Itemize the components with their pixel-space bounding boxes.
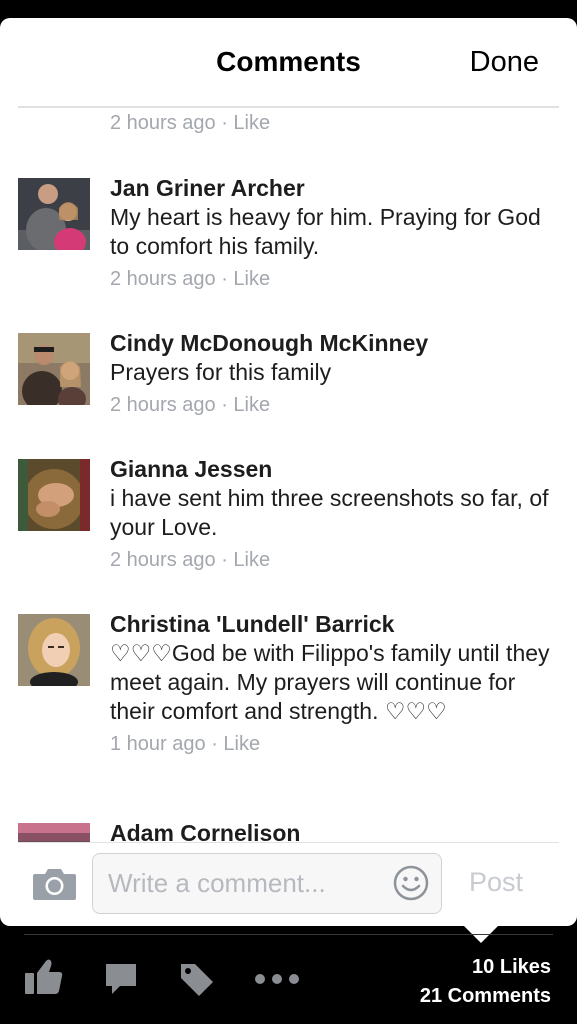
separator: · (215, 394, 234, 416)
comments-sheet: Comments Done 2 hours ago · Like Jan Gri… (0, 18, 577, 926)
comment-text: Prayers for this family (110, 359, 332, 385)
comment-body: Cindy McDonough McKinney Prayers for thi… (110, 329, 559, 420)
comment-text: My heart is heavy for him. Praying for G… (110, 204, 541, 259)
commenter-name[interactable]: Adam Cornelison (110, 819, 559, 842)
separator: · (215, 268, 234, 290)
done-button[interactable]: Done (470, 46, 539, 79)
comment-meta: 2 hours ago · Like (110, 108, 559, 138)
comment-time: 2 hours ago (110, 268, 216, 290)
camera-icon[interactable] (32, 867, 77, 901)
like-link[interactable]: Like (233, 268, 270, 290)
separator: · (205, 733, 224, 755)
reaction-stats[interactable]: 10 Likes 21 Comments (420, 953, 551, 1011)
comment-time: 2 hours ago (110, 549, 216, 571)
comment-text: i have sent him three screenshots so far… (110, 485, 549, 540)
comment-body: 2 hours ago · Like (110, 108, 559, 138)
comment-input[interactable]: Write a comment... (92, 853, 442, 914)
smiley-icon[interactable] (393, 865, 429, 901)
comment-time: 2 hours ago (110, 394, 216, 416)
separator: · (215, 549, 234, 571)
comment-time: 1 hour ago (110, 733, 206, 755)
comment-list[interactable]: 2 hours ago · Like Jan Griner Archer My … (0, 108, 577, 842)
toolbar-divider (24, 934, 553, 935)
composer-divider (18, 842, 559, 843)
comment-icon[interactable] (104, 962, 138, 1003)
comment-body: Gianna Jessen i have sent him three scre… (110, 455, 559, 575)
avatar[interactable] (18, 823, 90, 842)
like-link[interactable]: Like (233, 394, 270, 416)
comment-time: 2 hours ago (110, 112, 216, 134)
separator: · (215, 112, 234, 134)
more-icon[interactable] (254, 972, 300, 991)
commenter-name[interactable]: Jan Griner Archer (110, 174, 559, 203)
tag-icon[interactable] (179, 962, 215, 1003)
commenter-name[interactable]: Cindy McDonough McKinney (110, 329, 559, 358)
like-link[interactable]: Like (223, 733, 260, 755)
avatar[interactable] (18, 614, 90, 686)
commenter-name[interactable]: Gianna Jessen (110, 455, 559, 484)
avatar[interactable] (18, 459, 90, 531)
header: Comments Done (0, 18, 577, 108)
like-link[interactable]: Like (233, 549, 270, 571)
avatar[interactable] (18, 333, 90, 405)
avatar[interactable] (18, 178, 90, 250)
comments-count[interactable]: 21 Comments (420, 982, 551, 1011)
comment-text: ♡♡♡God be with Filippo's family until th… (110, 640, 550, 724)
comment-body: Adam Cornelison (110, 819, 559, 842)
like-link[interactable]: Like (233, 112, 270, 134)
comment-meta: 1 hour ago · Like (110, 729, 559, 759)
comment-placeholder: Write a comment... (108, 868, 326, 898)
post-button[interactable]: Post (469, 867, 523, 898)
comment-meta: 2 hours ago · Like (110, 390, 559, 420)
like-icon[interactable] (24, 958, 64, 1001)
comment-body: Jan Griner Archer My heart is heavy for … (110, 174, 559, 294)
commenter-name[interactable]: Christina 'Lundell' Barrick (110, 610, 559, 639)
comment-body: Christina 'Lundell' Barrick ♡♡♡God be wi… (110, 610, 559, 759)
comment-meta: 2 hours ago · Like (110, 264, 559, 294)
comment-meta: 2 hours ago · Like (110, 545, 559, 575)
likes-count[interactable]: 10 Likes (420, 953, 551, 982)
